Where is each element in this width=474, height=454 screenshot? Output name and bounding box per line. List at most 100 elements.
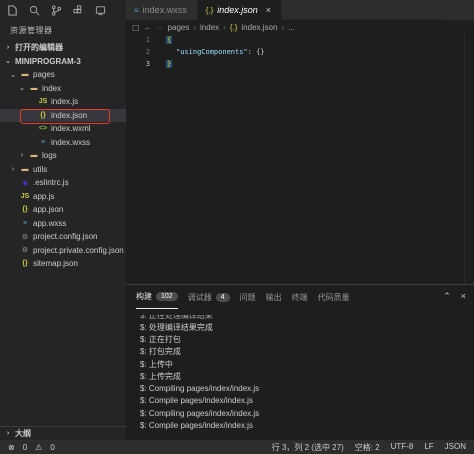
outline-section[interactable]: › 大纲 [0, 426, 126, 440]
open-editors-section[interactable]: › 打开的编辑器 [0, 40, 126, 54]
panel-tabs: 构建 102 调试器 4 问题 输出 终端 代码质量 [126, 285, 474, 309]
wxml-file-icon: <> [38, 125, 48, 133]
panel-tab[interactable]: 输出 [266, 285, 282, 309]
breadcrumb-item[interactable]: ... [288, 23, 295, 32]
output-line: $: Compile pages/index/index.js [140, 396, 253, 406]
eslint-file-icon: ◉ [21, 179, 29, 187]
line-number: 1 [145, 36, 150, 44]
json-key: "usingComponents" [176, 48, 248, 56]
json-file-icon: {} [40, 111, 46, 119]
editor-tabs: ≡ index.wxss {.} index.json × [126, 0, 283, 20]
encoding[interactable]: UTF-8 [391, 442, 414, 453]
search-icon[interactable] [28, 4, 40, 16]
tree-item[interactable]: ⌄ ▬ index [0, 82, 126, 96]
panel-tab[interactable]: 调试器 4 [188, 285, 230, 309]
close-icon[interactable]: × [266, 5, 271, 15]
back-icon[interactable]: ← [144, 23, 152, 32]
tree-item[interactable]: JS app.js [0, 190, 126, 204]
problems-indicator[interactable]: ⊗ 0 ⚠ 0 [0, 443, 126, 452]
panel-tab-label: 代码质量 [317, 292, 350, 302]
panel-tab-label: 调试器 [187, 292, 212, 302]
panel-tab-label: 问题 [239, 292, 256, 302]
tree-item[interactable]: › ▬ logs [0, 149, 126, 163]
tab-index-wxss[interactable]: ≡ index.wxss [126, 0, 198, 20]
output-line: $: Compile pages/index/index.js [140, 421, 253, 431]
files-icon[interactable] [6, 4, 18, 16]
tree-item[interactable]: ⚙ project.private.config.json [0, 244, 126, 258]
json-value: : {} [247, 48, 265, 56]
tree-item[interactable]: ≡ app.wxss [0, 217, 126, 231]
panel-tab[interactable]: 终端 [292, 285, 308, 309]
tree-item[interactable]: ⚙ project.config.json [0, 230, 126, 244]
breadcrumb-item[interactable]: index.json [241, 23, 277, 32]
panel-tab[interactable]: 代码质量 [318, 285, 350, 309]
code-text: { [150, 36, 173, 44]
project-section[interactable]: ⌄ MINIPROGRAM-3 [0, 54, 126, 68]
chevron-up-icon[interactable]: ⌃ [443, 291, 451, 302]
indentation[interactable]: 空格: 2 [355, 442, 380, 453]
css-file-icon: ≡ [134, 5, 139, 15]
tree-item[interactable]: {} app.json [0, 203, 126, 217]
forward-icon[interactable]: → [156, 23, 164, 32]
tree-item[interactable]: ≡ index.wxss [0, 136, 126, 150]
extensions-icon[interactable] [72, 4, 84, 16]
line-number: 2 [145, 48, 150, 56]
output-line: $: Compiling pages/index/index.js [140, 408, 260, 418]
tree-item-label: .eslintrc.js [33, 178, 69, 188]
editor-scrollbar[interactable] [464, 34, 474, 284]
chevron-right-icon: › [6, 430, 10, 437]
tree-item[interactable]: {} index.json [0, 108, 126, 124]
chevron-right-icon: › [20, 152, 24, 160]
panel-tab-label: 构建 [136, 292, 152, 301]
css-file-icon: ≡ [22, 219, 28, 227]
status-bar: ⊗ 0 ⚠ 0 行 3，列 2 (选中 27) 空格: 2 UTF-8 LF J… [0, 440, 474, 454]
source-control-icon[interactable] [50, 4, 62, 16]
line-number: 3 [145, 60, 150, 68]
tree-item[interactable]: {} sitemap.json [0, 257, 126, 271]
close-icon[interactable]: × [461, 291, 466, 302]
panel-tab-label: 终端 [291, 292, 308, 302]
panel-tab[interactable]: 问题 [240, 285, 256, 309]
debug-icon[interactable] [94, 4, 106, 16]
js-file-icon: JS [20, 192, 30, 200]
build-output: $: 正在处理编译结果 $: 处理编译结果完成 $: 正在打包 $: 打包完成 $: 上… [140, 315, 460, 432]
tree-item[interactable]: JS index.js [0, 95, 126, 109]
output-line: $: 处理编译结果完成 [140, 322, 213, 332]
tree-item-label: app.wxss [33, 218, 67, 228]
folder-open-icon: ▬ [21, 71, 29, 79]
tree-item-label: index.wxml [51, 124, 91, 134]
outline-label: 大纲 [15, 429, 31, 438]
tab-index-json[interactable]: {.} index.json × [197, 0, 283, 20]
tree-item[interactable]: › ▬ utils [0, 163, 126, 177]
tree-item-label: sitemap.json [33, 259, 78, 269]
json-file-icon: {} [22, 260, 28, 268]
config-file-icon: ⚙ [21, 233, 29, 241]
output-line: $: 打包完成 [140, 347, 181, 357]
eol[interactable]: LF [424, 442, 433, 453]
cursor-position[interactable]: 行 3，列 2 (选中 27) [272, 442, 344, 453]
tree-item[interactable]: ◉ .eslintrc.js [0, 176, 126, 190]
warning-icon: ⚠ [35, 442, 43, 452]
tree-item-label: index.js [51, 97, 79, 107]
panel-tab[interactable]: 构建 102 [136, 285, 178, 309]
json-file-icon: {.} [205, 5, 214, 15]
config-file-icon: ⚙ [21, 247, 29, 255]
code-line: 3 } [126, 58, 474, 70]
chevron-down-icon: ⌄ [19, 85, 25, 93]
activity-bar [0, 0, 126, 20]
language-mode[interactable]: JSON [445, 442, 466, 453]
output-line: $: 上传完成 [140, 371, 181, 381]
tree-item[interactable]: ⌄ ▬ pages [0, 68, 126, 82]
bracket: { [166, 36, 173, 44]
tree-item[interactable]: <> index.wxml [0, 122, 126, 136]
count-badge: 4 [215, 292, 230, 302]
breadcrumb-item[interactable]: pages [168, 23, 190, 32]
bottom-panel: 构建 102 调试器 4 问题 输出 终端 代码质量 ⌃ × $: 正在处理编译结果 $: 处理… [126, 284, 474, 440]
split-editor-icon[interactable]: ▢ [132, 23, 140, 32]
tree-item-label: app.json [33, 205, 64, 215]
breadcrumb-item[interactable]: index [200, 23, 219, 32]
output-line: $: 正在处理编译结果 [140, 315, 213, 320]
folder-icon: ▬ [30, 152, 38, 160]
output-line: $: Compiling pages/index/index.js [140, 384, 260, 394]
code-editor[interactable]: 1 { 2 "usingComponents": {} 3 } [126, 34, 474, 284]
